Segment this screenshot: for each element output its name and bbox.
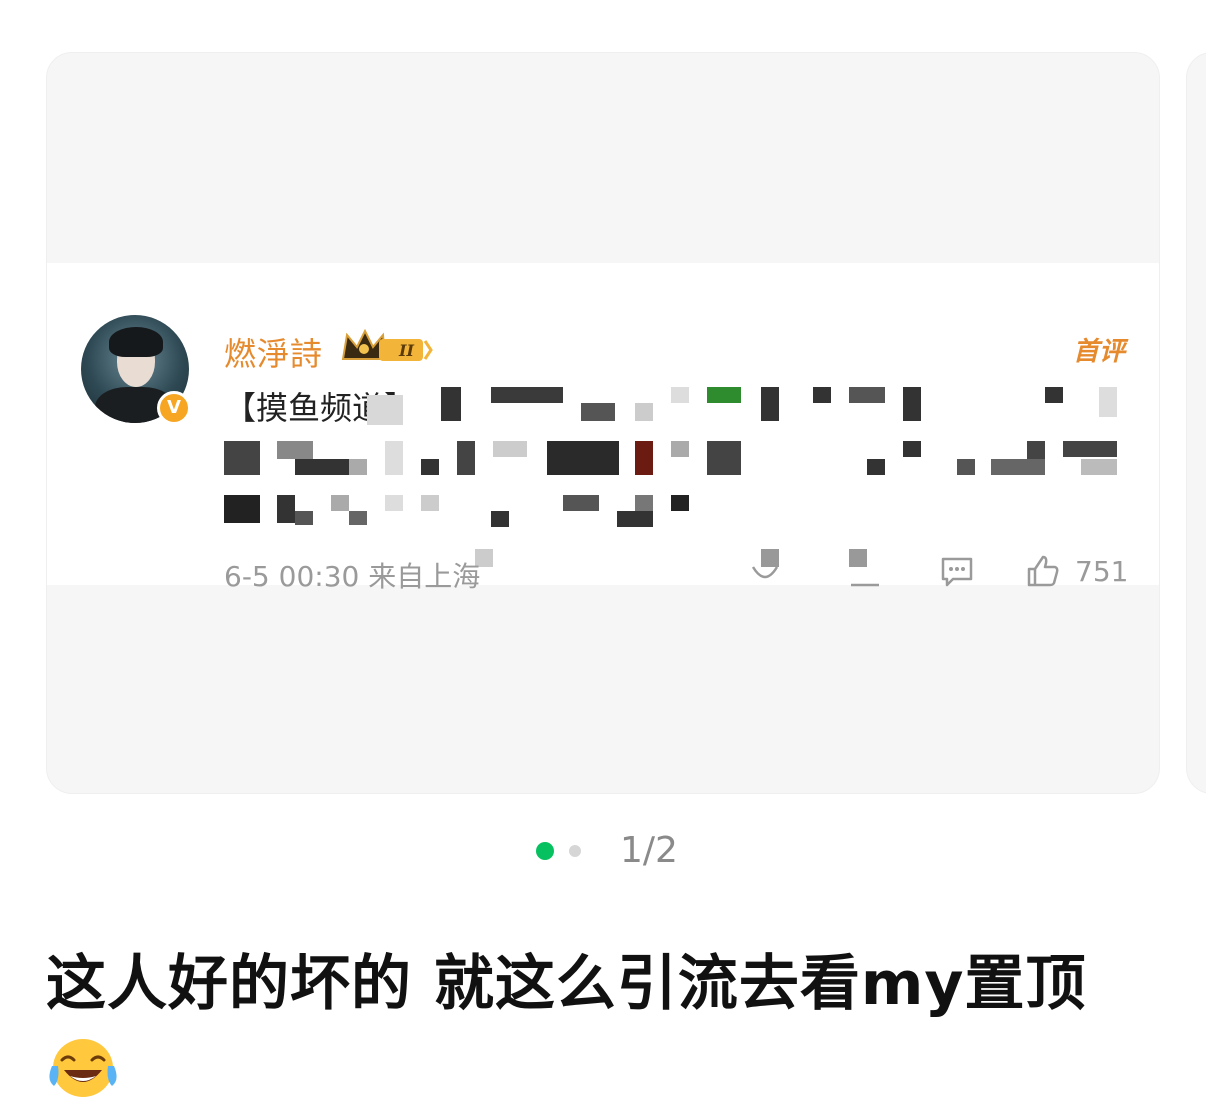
like-count: 751 (1075, 555, 1129, 588)
face-with-tears-of-joy-icon (49, 1039, 117, 1097)
share-icon[interactable] (847, 553, 883, 589)
next-carousel-card[interactable] (1186, 52, 1206, 794)
like-thumb-icon[interactable] (1025, 553, 1061, 589)
comment-timestamp: 6-5 00:30 来自上海 (224, 560, 481, 593)
comment-screenshot: V 燃淨詩 II 首评 【摸鱼频道】 6-5 00:30 来自上海 751 (47, 263, 1159, 593)
image-carousel[interactable]: V 燃淨詩 II 首评 【摸鱼频道】 6-5 00:30 来自上海 751 (46, 52, 1160, 794)
post-caption: 这人好的坏的 就这么引流去看my置顶 (46, 949, 1087, 1019)
dislike-icon[interactable] (747, 553, 783, 589)
carousel-dot-active[interactable] (536, 842, 554, 860)
censored-mosaic (47, 263, 1159, 585)
carousel-page-counter: 1/2 (620, 830, 678, 871)
carousel-dot-inactive[interactable] (569, 845, 581, 857)
post-detail-page: V 燃淨詩 II 首评 【摸鱼频道】 6-5 00:30 来自上海 751 1/… (0, 0, 1206, 1116)
reply-icon[interactable] (939, 553, 975, 589)
